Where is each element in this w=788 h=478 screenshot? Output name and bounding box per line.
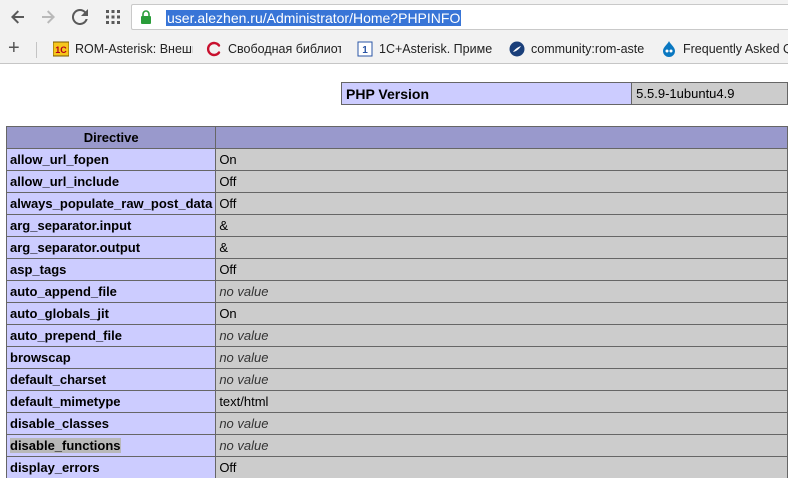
directive-name: default_mimetype xyxy=(5,390,217,413)
bookmark-1c-asterisk[interactable]: 1 1C+Asterisk. Пример xyxy=(357,40,492,58)
directive-value: no value xyxy=(215,324,788,347)
table-row: arg_separator.input & xyxy=(5,214,788,237)
directive-name-text: browscap xyxy=(10,350,71,365)
table-row: allow_url_fopen On xyxy=(5,148,788,171)
bookmark-rom-asterisk[interactable]: 1C ROM-Asterisk: Внешн xyxy=(53,40,193,58)
table-row: disable_functions no value xyxy=(5,434,788,457)
browser-toolbar: user.alezhen.ru/Administrator/Home?PHPIN… xyxy=(0,0,788,34)
directive-value: Off xyxy=(215,456,788,478)
directive-value: On xyxy=(215,302,788,325)
directive-name: asp_tags xyxy=(5,258,217,281)
directive-name: allow_url_fopen xyxy=(5,148,217,171)
directive-name: auto_append_file xyxy=(5,280,217,303)
directive-value: no value xyxy=(215,280,788,303)
directive-name-text: arg_separator.input xyxy=(10,218,132,233)
table-row: allow_url_include Off xyxy=(5,170,788,193)
bookmark-frequently-asked[interactable]: Frequently Asked Q xyxy=(661,40,788,58)
reload-icon[interactable] xyxy=(68,5,92,29)
directive-name-text: auto_globals_jit xyxy=(10,306,109,321)
directive-name-text: auto_append_file xyxy=(10,284,117,299)
directive-name: disable_classes xyxy=(5,412,217,435)
table-row: default_charset no value xyxy=(5,368,788,391)
svg-text:1: 1 xyxy=(362,45,368,56)
directive-value: Off xyxy=(215,192,788,215)
directive-name-text: default_mimetype xyxy=(10,394,121,409)
directive-value: & xyxy=(215,214,788,237)
value-header xyxy=(215,126,788,149)
table-row: disable_classes no value xyxy=(5,412,788,435)
rom-asterisk-icon: 1C xyxy=(53,41,69,57)
bookmarks-divider xyxy=(36,42,37,58)
directive-value: no value xyxy=(215,346,788,369)
directive-name-text: allow_url_fopen xyxy=(10,152,109,167)
directive-value: Off xyxy=(215,170,788,193)
directive-value: & xyxy=(215,236,788,259)
bookmark-community[interactable]: community:rom-aste xyxy=(509,40,645,58)
bookmarks-bar: + 1C ROM-Asterisk: Внешн Свободная библи… xyxy=(0,34,788,64)
directive-name-text: asp_tags xyxy=(10,262,67,277)
bookmark-free-library[interactable]: Свободная библиоте xyxy=(206,40,341,58)
add-bookmark-icon[interactable]: + xyxy=(8,38,20,58)
directive-value: Off xyxy=(215,258,788,281)
table-row: auto_prepend_file no value xyxy=(5,324,788,347)
secure-lock-icon xyxy=(141,10,151,24)
community-icon xyxy=(509,41,525,57)
directive-header: Directive xyxy=(5,126,217,149)
directive-name: arg_separator.input xyxy=(5,214,217,237)
directive-name: arg_separator.output xyxy=(5,236,217,259)
directive-name: default_charset xyxy=(5,368,217,391)
directive-name-text: auto_prepend_file xyxy=(10,328,122,343)
directive-value: On xyxy=(215,148,788,171)
table-row: browscap no value xyxy=(5,346,788,369)
directive-name: auto_globals_jit xyxy=(5,302,217,325)
table-row: auto_append_file no value xyxy=(5,280,788,303)
directive-name: disable_functions xyxy=(5,434,217,457)
directive-name-text: arg_separator.output xyxy=(10,240,141,255)
directive-name-text: always_populate_raw_post_data xyxy=(10,196,213,211)
directive-name-text: default_charset xyxy=(10,372,107,387)
table-row: default_mimetype text/html xyxy=(5,390,788,413)
directive-value: no value xyxy=(215,434,788,457)
directive-name: browscap xyxy=(5,346,217,369)
table-row: auto_globals_jit On xyxy=(5,302,788,325)
directive-value: no value xyxy=(215,368,788,391)
table-row: arg_separator.output & xyxy=(5,236,788,259)
apps-grid-icon[interactable] xyxy=(101,5,125,29)
directive-name-text: disable_classes xyxy=(10,416,110,431)
php-version-table: PHP Version 5.5.9-1ubuntu4.9 xyxy=(340,82,788,105)
back-arrow-icon[interactable] xyxy=(6,5,30,29)
directive-name-text: disable_functions xyxy=(10,438,121,453)
forward-arrow-icon[interactable] xyxy=(36,5,60,29)
directive-name-text: display_errors xyxy=(10,460,100,475)
svg-text:1C: 1C xyxy=(55,45,67,55)
directive-name: auto_prepend_file xyxy=(5,324,217,347)
address-bar[interactable]: user.alezhen.ru/Administrator/Home?PHPIN… xyxy=(131,4,788,30)
drupal-drop-icon xyxy=(661,41,677,57)
directive-value: text/html xyxy=(215,390,788,413)
phpinfo-page: PHP Version 5.5.9-1ubuntu4.9 Directive a… xyxy=(0,65,788,478)
table-row: always_populate_raw_post_data Off xyxy=(5,192,788,215)
directive-name: display_errors xyxy=(5,456,217,478)
php-version-value: 5.5.9-1ubuntu4.9 xyxy=(631,82,788,105)
directive-name-text: allow_url_include xyxy=(10,174,120,189)
onec-icon: 1 xyxy=(357,41,373,57)
table-row: display_errors Off xyxy=(5,456,788,478)
url-text[interactable]: user.alezhen.ru/Administrator/Home?PHPIN… xyxy=(166,10,462,26)
wikipedia-c-icon xyxy=(206,41,222,57)
directive-table: Directive allow_url_fopen On allow_url_inc… xyxy=(5,126,788,478)
table-row: asp_tags Off xyxy=(5,258,788,281)
php-version-label: PHP Version xyxy=(340,82,633,105)
directive-name: always_populate_raw_post_data xyxy=(5,192,217,215)
directive-value: no value xyxy=(215,412,788,435)
directive-name: allow_url_include xyxy=(5,170,217,193)
